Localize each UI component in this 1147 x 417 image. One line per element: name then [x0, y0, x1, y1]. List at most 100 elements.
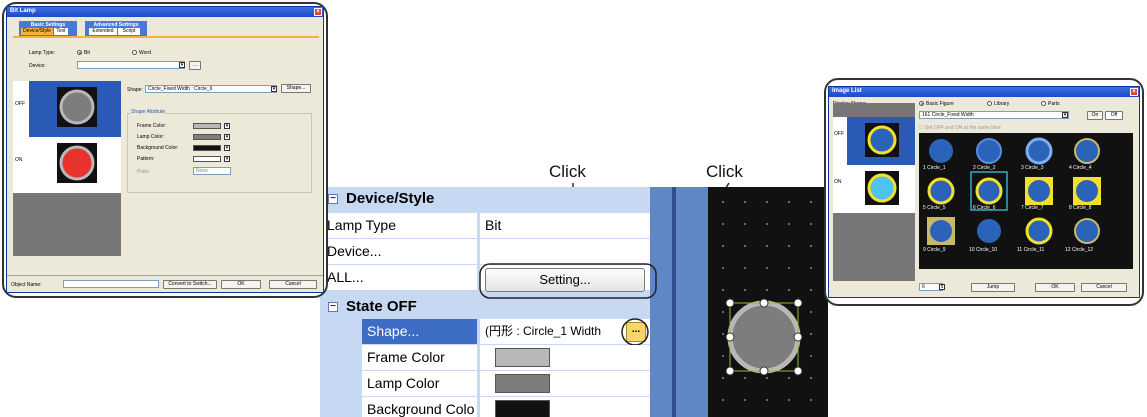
image-state-list: OFF ON	[833, 103, 915, 281]
dialog-titlebar: Bit Lamp ×	[7, 7, 323, 17]
lamp-color-swatch	[495, 374, 550, 393]
setting-button[interactable]: Setting...	[485, 268, 645, 292]
background-color-picker[interactable]	[193, 145, 221, 151]
lamp-type-label: Lamp Type:	[29, 50, 56, 56]
subtab-text[interactable]: Text	[54, 28, 68, 35]
pattern-picker[interactable]	[193, 156, 221, 162]
basic-figure-radio[interactable]: Basic Figure	[919, 101, 954, 107]
property-grid: − Device/Style Lamp Type Bit Device... A…	[320, 187, 650, 417]
prop-row-background-color: Background Colo	[320, 397, 650, 417]
collapse-icon[interactable]: −	[328, 302, 338, 312]
chevron-down-icon[interactable]: ▾	[271, 86, 277, 92]
prop-row-lamp-type: Lamp Type Bit	[320, 213, 650, 239]
state-on-preview[interactable]	[29, 137, 121, 193]
state-off-preview[interactable]	[29, 81, 121, 137]
prop-row-shape: Shape... (円形 : Circle_1 Width	[320, 319, 650, 345]
dialog-titlebar: Image List ×	[829, 87, 1139, 97]
editor-canvas	[650, 187, 828, 417]
circle-label: 12 Circle_12	[1065, 247, 1094, 253]
object-name-input[interactable]	[63, 280, 159, 288]
shape-category-select[interactable]: 161 Circle_Fixed Width	[919, 111, 1069, 119]
lamp-color-label: Lamp Color:	[137, 134, 165, 140]
prop-name-background-color: Background Colo	[362, 397, 477, 417]
chevron-down-icon[interactable]: ▾	[224, 123, 230, 129]
prop-name-all[interactable]: ALL...	[322, 265, 477, 290]
device-input[interactable]	[77, 61, 185, 69]
jump-button[interactable]: Jump	[971, 283, 1015, 292]
state-on-label[interactable]: ON	[833, 165, 847, 213]
prop-name-device[interactable]: Device...	[322, 239, 477, 264]
circle-label: 10 Circle_10	[969, 247, 998, 253]
prop-value-device[interactable]	[480, 239, 650, 264]
chevron-down-icon[interactable]: ▾	[179, 62, 185, 68]
bit-lamp-dialog: Bit Lamp × Basic Settings Advanced Setti…	[6, 6, 324, 293]
spinner-icon[interactable]: ⇕	[939, 284, 945, 290]
chevron-down-icon[interactable]: ▾	[224, 134, 230, 140]
section-state-off[interactable]: − State OFF	[320, 295, 650, 319]
circle-label: 8 Circle_8	[1069, 205, 1092, 211]
chevron-down-icon[interactable]: ▾	[1062, 112, 1068, 118]
convert-to-switch-button[interactable]: Convert to Switch...	[163, 280, 217, 289]
circle-label: 11 Circle_11	[1017, 247, 1045, 253]
lamp-type-word-radio[interactable]: Word	[132, 50, 151, 56]
subtab-device-style[interactable]: Device/Style	[21, 28, 53, 35]
close-icon[interactable]: ×	[314, 8, 322, 16]
circle-label: 9 Circle_9	[923, 247, 946, 253]
close-icon[interactable]: ×	[1130, 88, 1138, 96]
prop-name-lamp-type: Lamp Type	[322, 213, 477, 238]
device-label: Device:	[29, 63, 46, 69]
off-button[interactable]: Off	[1105, 111, 1123, 120]
state-off-label[interactable]: OFF	[13, 81, 29, 137]
prop-value-background-color[interactable]	[480, 397, 650, 417]
circle-label: 4 Circle_4	[1069, 165, 1092, 171]
set-both-checkbox[interactable]: ☐ Set OFF and ON at the same time	[919, 125, 1001, 131]
background-color-swatch	[495, 400, 550, 417]
prop-name-frame-color: Frame Color	[362, 345, 477, 370]
lamp-type-bit-radio[interactable]: Bit	[77, 50, 90, 56]
circle-label: 7 Circle_7	[1021, 205, 1044, 211]
on-button[interactable]: On	[1087, 111, 1103, 120]
prop-name-lamp-color: Lamp Color	[362, 371, 477, 396]
section-device-style[interactable]: − Device/Style	[320, 187, 650, 211]
parts-radio[interactable]: Parts	[1041, 101, 1060, 107]
lamp-color-picker[interactable]	[193, 134, 221, 140]
prop-value-lamp-type[interactable]: Bit	[480, 213, 650, 238]
prop-name-shape[interactable]: Shape...	[362, 319, 477, 344]
frame-color-label: Frame Color:	[137, 123, 167, 129]
lamp-object-icon[interactable]	[724, 297, 804, 377]
prop-row-device: Device...	[320, 239, 650, 265]
circle-label: 6 Circle_6	[973, 205, 996, 211]
frame-color-swatch	[495, 348, 550, 367]
subtab-script[interactable]: Script	[118, 28, 140, 35]
device-browse-button[interactable]: ...	[189, 61, 201, 70]
shape-label: Shape:	[127, 87, 143, 93]
state-off-label[interactable]: OFF	[833, 117, 847, 165]
ok-button[interactable]: OK	[1035, 283, 1075, 292]
collapse-icon[interactable]: −	[328, 194, 338, 204]
library-radio[interactable]: Library	[987, 101, 1009, 107]
shape-button[interactable]: Shape...	[281, 84, 311, 93]
click-annotation-shape: Click	[706, 162, 743, 181]
state-list: OFF ON	[13, 81, 121, 256]
image-grid: 1 Circle_1 2 Circle_2 3 Circle_3 4 Circl…	[919, 133, 1133, 269]
background-color-label: Background Color:	[137, 145, 179, 151]
prop-value-frame-color[interactable]	[480, 345, 650, 370]
circle-label: 5 Circle_5	[923, 205, 946, 211]
subtab-extended[interactable]: Extended	[89, 28, 117, 35]
state-on-label[interactable]: ON	[13, 137, 29, 193]
plate-label: Plate:	[137, 169, 150, 175]
circle-label: 3 Circle_3	[1021, 165, 1044, 171]
cancel-button[interactable]: Cancel	[1081, 283, 1127, 292]
chevron-down-icon[interactable]: ▾	[224, 145, 230, 151]
circle-label: 1 Circle_1	[923, 165, 946, 171]
state-off-preview[interactable]	[847, 117, 915, 165]
chevron-down-icon[interactable]: ▾	[224, 156, 230, 162]
shape-select[interactable]: Circle_Fixed Width : Circle_6	[145, 85, 277, 93]
click-annotation-setting: Click	[549, 162, 586, 181]
object-name-label: Object Name:	[11, 282, 42, 288]
prop-value-lamp-color[interactable]	[480, 371, 650, 396]
state-on-preview[interactable]	[847, 165, 915, 213]
cancel-button[interactable]: Cancel	[269, 280, 317, 289]
ok-button[interactable]: OK	[221, 280, 261, 289]
frame-color-picker[interactable]	[193, 123, 221, 129]
